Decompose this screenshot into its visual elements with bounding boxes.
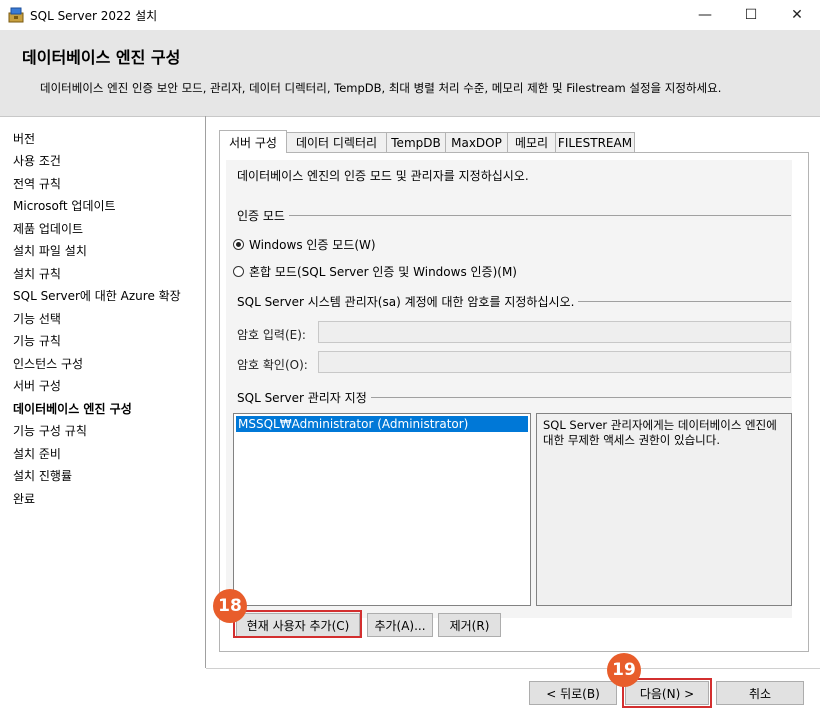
- nav-item-global-rules[interactable]: 전역 규칙: [13, 175, 61, 192]
- page-title: 데이터베이스 엔진 구성: [22, 48, 181, 67]
- add-current-user-button[interactable]: 현재 사용자 추가(C): [236, 613, 360, 637]
- nav-item-product-updates[interactable]: 제품 업데이트: [13, 220, 83, 237]
- nav-item-license-terms[interactable]: 사용 조건: [13, 152, 61, 169]
- nav-item-instance-config[interactable]: 인스턴스 구성: [13, 355, 83, 372]
- nav-divider: [205, 116, 206, 668]
- next-button[interactable]: 다음(N) >: [625, 681, 709, 705]
- admin-group-label: SQL Server 관리자 지정: [237, 389, 371, 406]
- auth-group-label: 인증 모드: [237, 207, 289, 224]
- nav-item-complete[interactable]: 완료: [13, 490, 35, 507]
- admin-description: SQL Server 관리자에게는 데이터베이스 엔진에 대한 무제한 액세스 …: [536, 413, 792, 606]
- radio-unselected-icon[interactable]: [233, 266, 244, 277]
- back-button[interactable]: < 뒤로(B): [529, 681, 617, 705]
- list-item[interactable]: MSSQL₩Administrator (Administrator): [236, 416, 528, 432]
- confirm-password-label: 암호 확인(O):: [237, 358, 308, 372]
- password-label: 암호 입력(E):: [237, 328, 306, 342]
- close-button[interactable]: ✕: [774, 0, 820, 30]
- tab-maxdop[interactable]: MaxDOP: [445, 132, 508, 152]
- nav-item-microsoft-update[interactable]: Microsoft 업데이트: [13, 197, 116, 214]
- step-marker-19: 19: [607, 653, 641, 687]
- sa-group-label: SQL Server 시스템 관리자(sa) 계정에 대한 암호를 지정하십시오…: [237, 293, 579, 310]
- nav-item-database-engine-config[interactable]: 데이터베이스 엔진 구성: [13, 400, 132, 417]
- tab-server-config[interactable]: 서버 구성: [219, 130, 287, 153]
- mixed-auth-option[interactable]: 혼합 모드(SQL Server 인증 및 Windows 인증)(M): [233, 263, 517, 280]
- tab-tempdb[interactable]: TempDB: [386, 132, 446, 152]
- nav-item-ready-to-install[interactable]: 설치 준비: [13, 445, 61, 462]
- tab-memory[interactable]: 메모리: [507, 132, 556, 152]
- window-title: SQL Server 2022 설치: [30, 9, 158, 23]
- maximize-icon: ☐: [744, 7, 758, 23]
- instruction-text: 데이터베이스 엔진의 인증 모드 및 관리자를 지정하십시오.: [237, 169, 529, 183]
- maximize-button[interactable]: ☐: [728, 0, 774, 30]
- setup-steps-nav: 버전 사용 조건 전역 규칙 Microsoft 업데이트 제품 업데이트 설치…: [0, 116, 205, 668]
- nav-item-feature-rules[interactable]: 기능 규칙: [13, 332, 61, 349]
- minimize-icon: —: [698, 7, 712, 23]
- windows-auth-label: Windows 인증 모드(W): [249, 238, 376, 252]
- nav-item-azure-extension[interactable]: SQL Server에 대한 Azure 확장: [13, 287, 181, 304]
- sql-installer-icon: [8, 7, 24, 23]
- add-button[interactable]: 추가(A)...: [367, 613, 433, 637]
- nav-item-install-progress[interactable]: 설치 진행률: [13, 467, 72, 484]
- nav-item-edition[interactable]: 버전: [13, 130, 35, 147]
- radio-selected-icon[interactable]: [233, 239, 244, 250]
- page-header: 데이터베이스 엔진 구성 데이터베이스 엔진 인증 보안 모드, 관리자, 데이…: [0, 30, 820, 117]
- minimize-button[interactable]: —: [682, 0, 728, 30]
- remove-button[interactable]: 제거(R): [438, 613, 501, 637]
- cancel-button[interactable]: 취소: [716, 681, 804, 705]
- nav-item-install-rules[interactable]: 설치 규칙: [13, 265, 61, 282]
- title-bar: SQL Server 2022 설치 — ☐ ✕: [0, 0, 820, 30]
- close-icon: ✕: [791, 7, 803, 23]
- step-marker-18: 18: [213, 589, 247, 623]
- confirm-password-field[interactable]: [318, 351, 791, 373]
- windows-auth-option[interactable]: Windows 인증 모드(W): [233, 236, 376, 253]
- footer-divider: [206, 668, 820, 669]
- auth-group-divider: [237, 215, 791, 216]
- mixed-auth-label: 혼합 모드(SQL Server 인증 및 Windows 인증)(M): [249, 265, 517, 279]
- admin-list[interactable]: MSSQL₩Administrator (Administrator): [233, 413, 531, 606]
- nav-item-feature-selection[interactable]: 기능 선택: [13, 310, 61, 327]
- password-field[interactable]: [318, 321, 791, 343]
- nav-item-server-config[interactable]: 서버 구성: [13, 377, 61, 394]
- tab-filestream[interactable]: FILESTREAM: [555, 132, 635, 152]
- tab-data-directories[interactable]: 데이터 디렉터리: [286, 132, 387, 152]
- nav-item-feature-config-rules[interactable]: 기능 구성 규칙: [13, 422, 87, 439]
- page-description: 데이터베이스 엔진 인증 보안 모드, 관리자, 데이터 디렉터리, TempD…: [40, 81, 722, 95]
- nav-item-install-setup-files[interactable]: 설치 파일 설치: [13, 242, 87, 259]
